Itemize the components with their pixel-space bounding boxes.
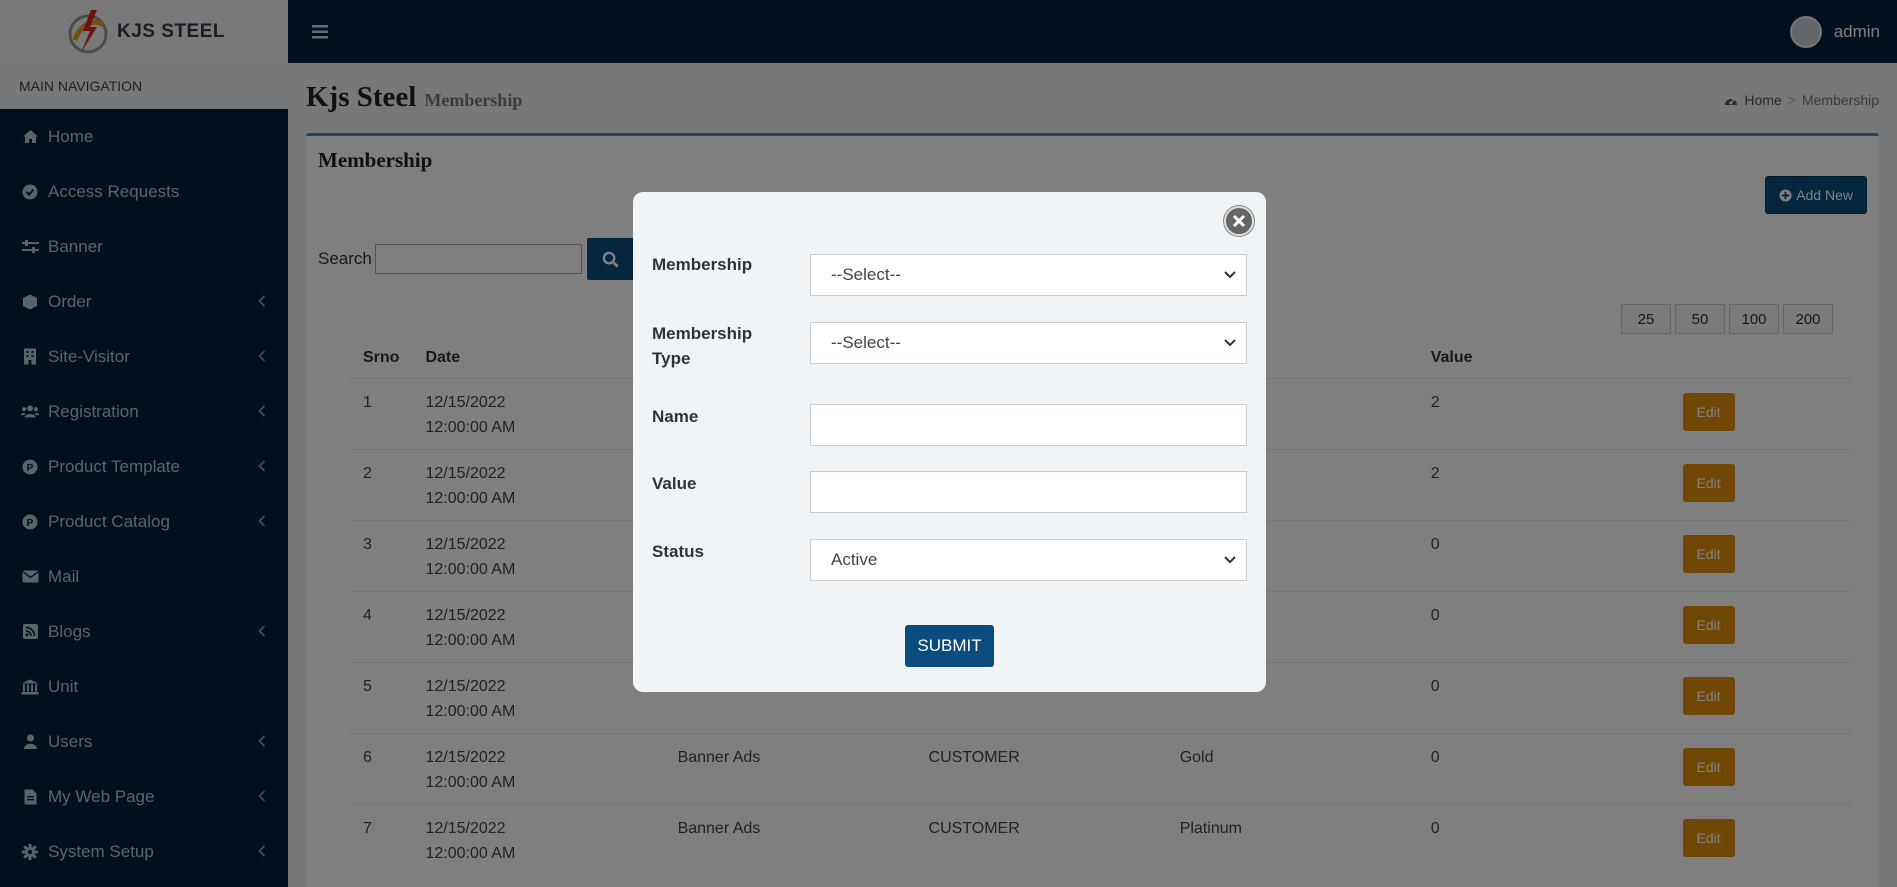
name-label: Name	[652, 407, 699, 426]
status-select[interactable]: Active	[810, 539, 1247, 581]
status-label: Status	[652, 542, 704, 561]
close-icon	[1232, 214, 1246, 228]
membership-select-value: --Select--	[831, 265, 901, 284]
name-input[interactable]	[810, 404, 1247, 446]
submit-button[interactable]: SUBMIT	[905, 625, 994, 667]
value-label: Value	[652, 474, 697, 493]
close-button[interactable]	[1224, 206, 1254, 236]
membership-type-select-value: --Select--	[831, 333, 901, 352]
membership-label: Membership	[652, 255, 753, 274]
membership-select[interactable]: --Select--	[810, 254, 1247, 296]
membership-type-label: Membership Type	[652, 324, 753, 368]
status-select-value: Active	[831, 550, 878, 569]
chevron-down-icon	[1224, 271, 1236, 279]
chevron-down-icon	[1224, 556, 1236, 564]
chevron-down-icon	[1224, 339, 1236, 347]
membership-modal: Membership --Select-- Membership Type --…	[633, 192, 1266, 692]
membership-type-select[interactable]: --Select--	[810, 322, 1247, 364]
value-input[interactable]	[810, 471, 1247, 513]
